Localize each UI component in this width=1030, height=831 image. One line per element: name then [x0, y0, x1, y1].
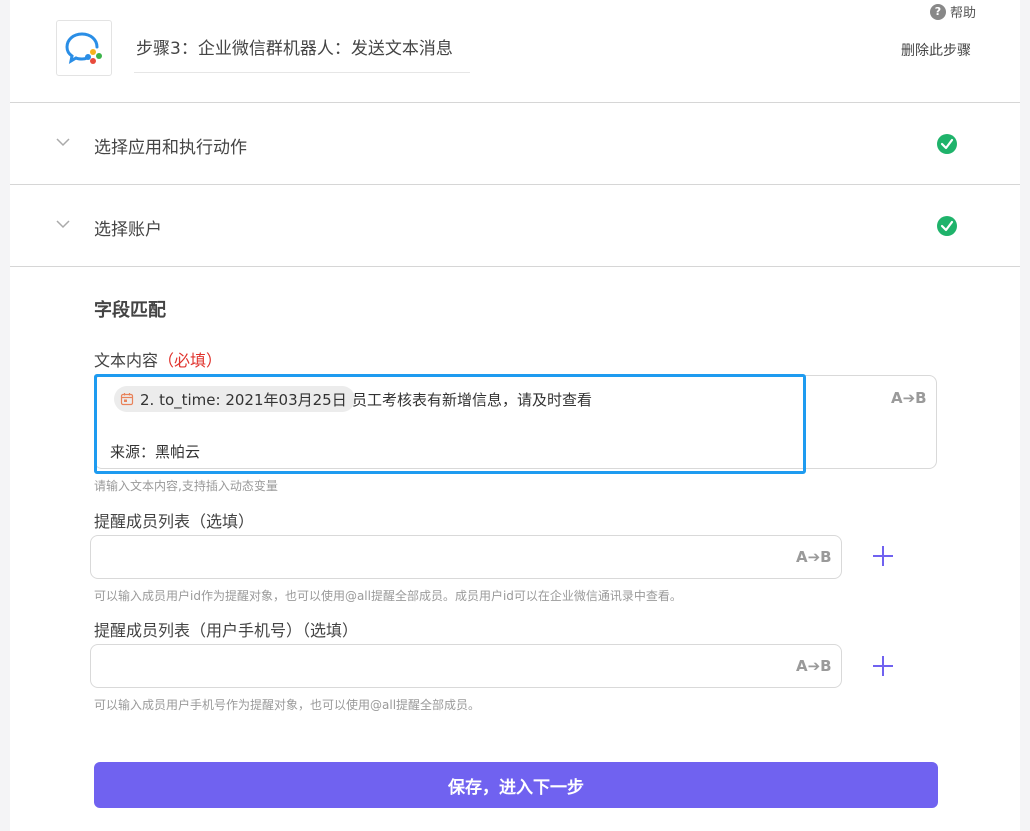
step-title-underline: [134, 72, 470, 73]
text-content-label-text: 文本内容: [94, 351, 159, 370]
section-label: 选择账户: [94, 220, 162, 240]
mention-mobile-list-label: 提醒成员列表（用户手机号）（选填）: [94, 621, 359, 640]
text-content-hint: 请输入文本内容,支持插入动态变量: [94, 479, 278, 493]
add-icon[interactable]: [872, 655, 894, 677]
step-config-panel: 步骤3：企业微信群机器人：发送文本消息 ? 帮助 删除此步骤 选择应用和执行动作…: [10, 0, 1020, 831]
insert-variable-button[interactable]: A➔B: [891, 389, 927, 407]
variable-chip-to-time[interactable]: 2. to_time: 2021年03月25日: [114, 386, 355, 412]
help-label: 帮助: [950, 6, 977, 21]
save-next-button[interactable]: 保存，进入下一步: [94, 762, 938, 808]
insert-variable-button[interactable]: A➔B: [796, 657, 832, 675]
check-circle-icon: [937, 134, 957, 154]
chevron-down-icon: [56, 220, 70, 229]
mention-list-label: 提醒成员列表（选填）: [94, 512, 255, 531]
question-circle-icon: ?: [930, 3, 946, 20]
mention-list-hint: 可以输入成员用户id作为提醒对象，也可以使用@all提醒全部成员。成员用户id可…: [94, 589, 682, 603]
section-label: 选择应用和执行动作: [94, 138, 247, 158]
text-content-label: 文本内容（必填）: [94, 347, 222, 371]
text-content-source-line: 来源：黑帕云: [110, 443, 201, 461]
variable-chip-text: 2. to_time: 2021年03月25日: [140, 390, 347, 409]
required-mark: （必填）: [158, 351, 223, 370]
chevron-down-icon: [56, 138, 70, 147]
field-mapping-title: 字段匹配: [94, 300, 166, 321]
mention-list-input[interactable]: A➔B: [90, 535, 842, 579]
mention-mobile-list-hint: 可以输入成员用户手机号作为提醒对象，也可以使用@all提醒全部成员。: [94, 698, 481, 712]
help-link[interactable]: ? 帮助: [930, 2, 976, 21]
calendar-icon: [120, 393, 134, 406]
text-content-value: 员工考核表有新增信息，请及时查看: [352, 391, 593, 409]
add-icon[interactable]: [872, 545, 894, 567]
check-circle-icon: [937, 216, 957, 236]
wecom-logo-icon: [65, 32, 102, 65]
section-select-app-action[interactable]: 选择应用和执行动作: [10, 103, 1020, 183]
delete-step-link[interactable]: 删除此步骤: [901, 40, 971, 60]
step-title: 步骤3：企业微信群机器人：发送文本消息: [136, 39, 453, 59]
mention-mobile-list-input[interactable]: A➔B: [90, 644, 842, 688]
section-select-account[interactable]: 选择账户: [10, 185, 1020, 265]
divider: [10, 266, 1020, 267]
insert-variable-button[interactable]: A➔B: [796, 548, 832, 566]
wecom-robot-app-logo: [56, 20, 112, 76]
